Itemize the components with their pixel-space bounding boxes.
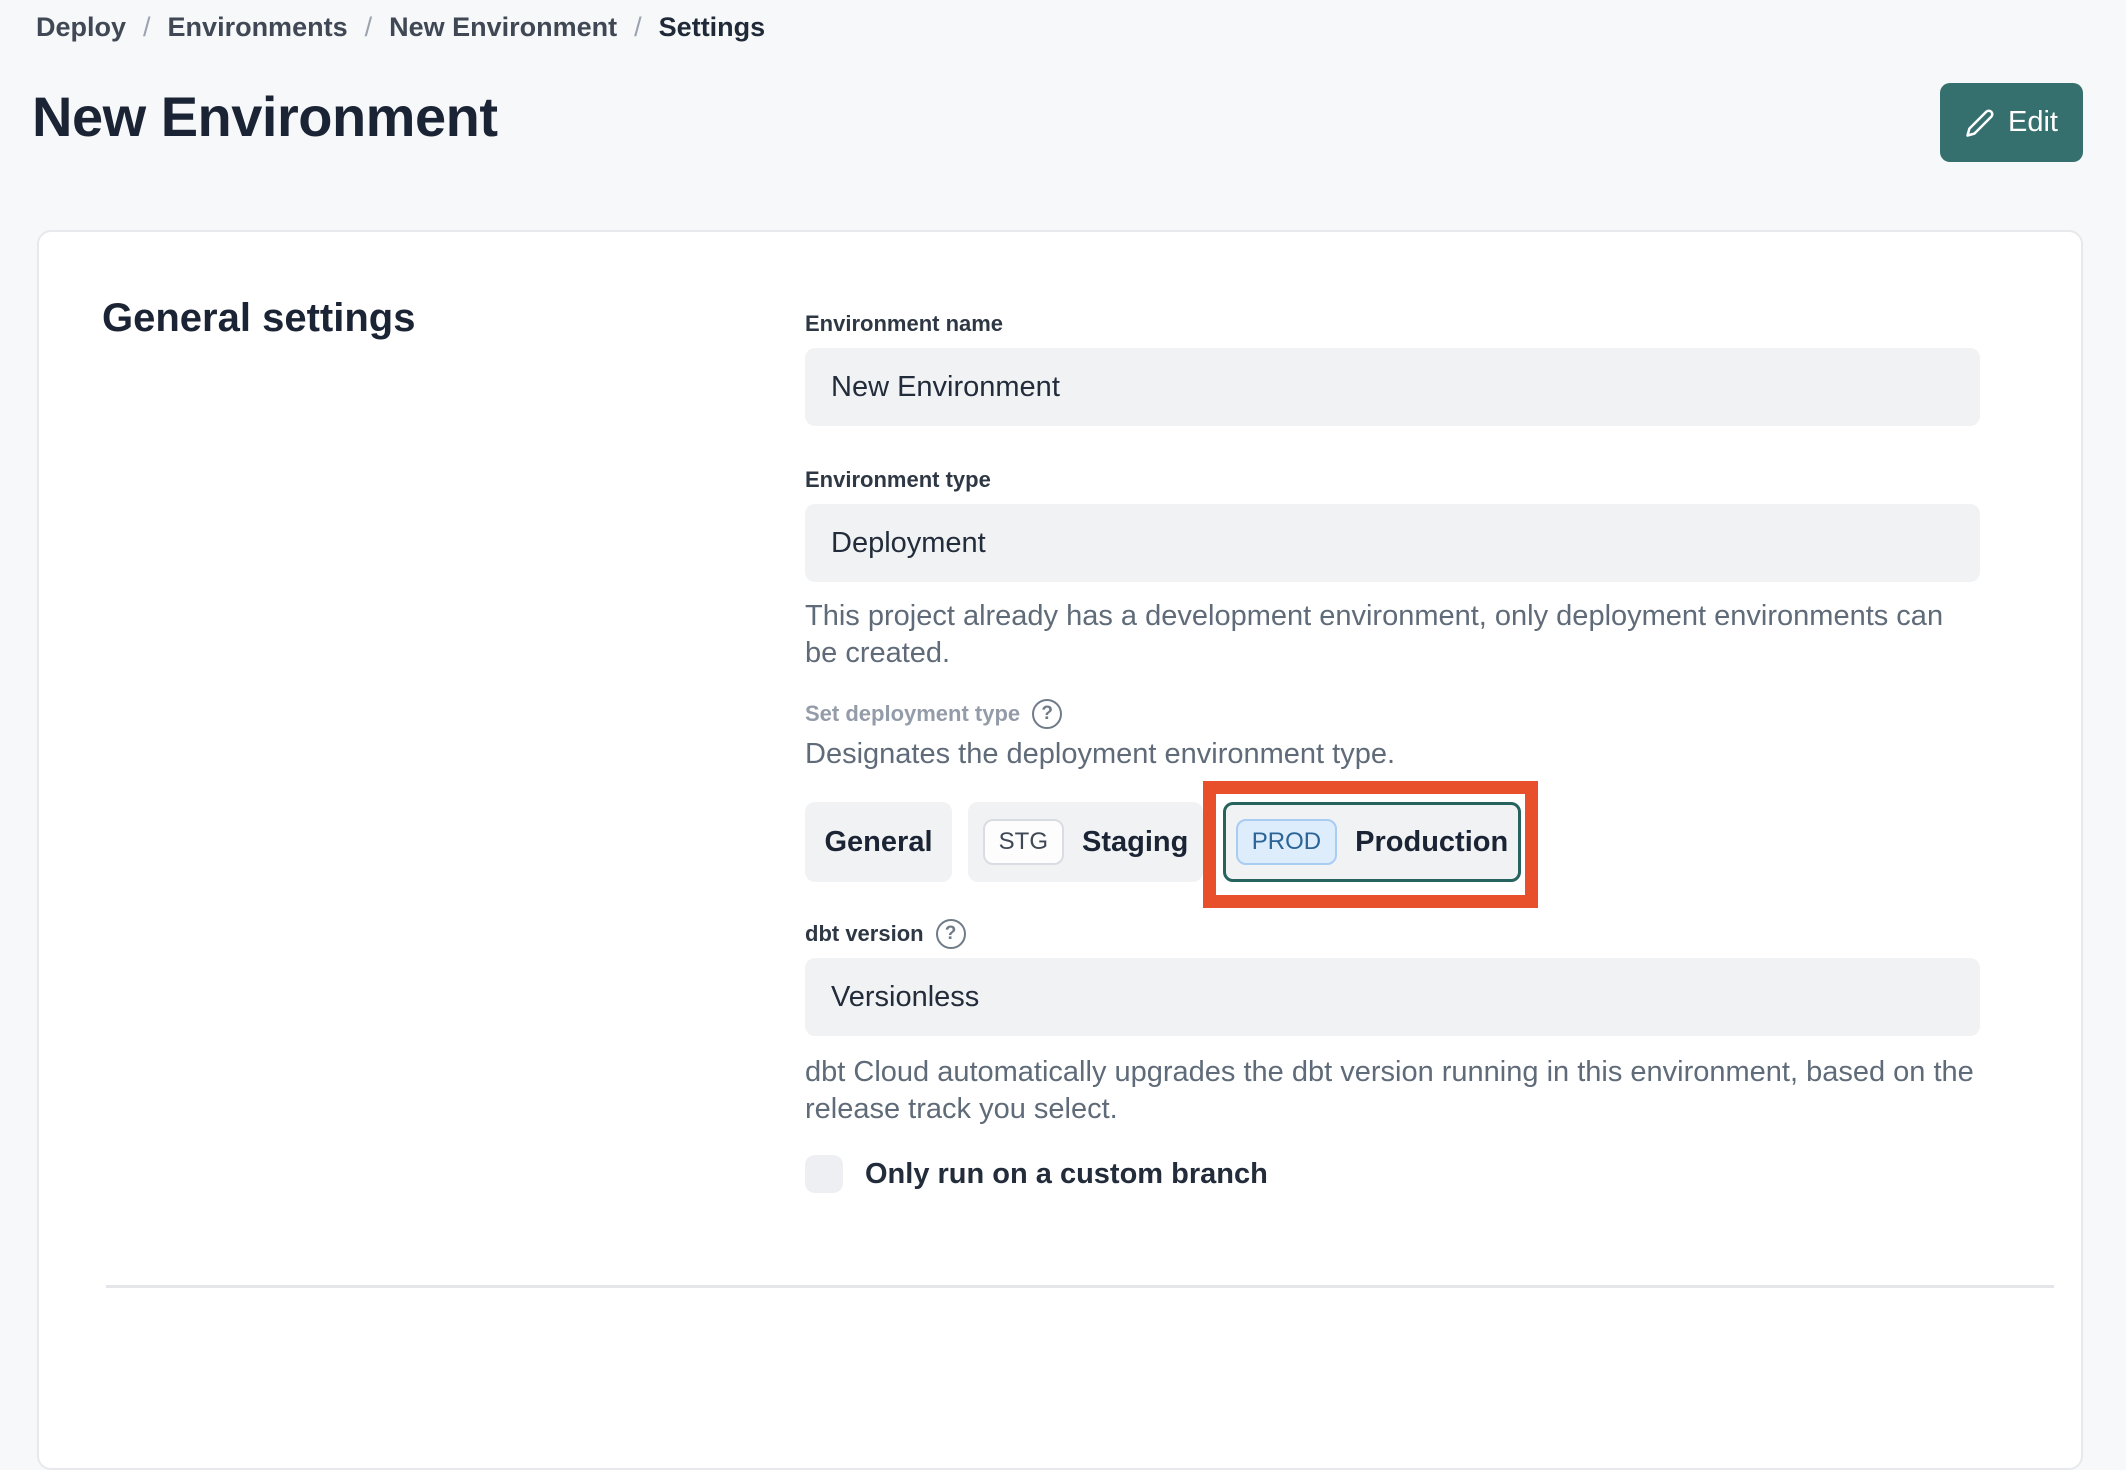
environment-type-select[interactable]: Deployment — [805, 504, 1980, 582]
section-title: General settings — [102, 296, 416, 340]
deployment-type-description: Designates the deployment environment ty… — [805, 738, 1396, 770]
settings-form: Environment name New Environment Environ… — [805, 232, 1980, 1194]
custom-branch-label: Only run on a custom branch — [865, 1157, 1268, 1190]
environment-type-value: Deployment — [831, 526, 986, 559]
environment-name-label: Environment name — [805, 311, 1004, 336]
environment-name-input[interactable]: New Environment — [805, 348, 1980, 426]
dbt-version-select[interactable]: Versionless — [805, 958, 1980, 1036]
breadcrumb-environments[interactable]: Environments — [168, 12, 348, 43]
breadcrumb-separator: / — [364, 12, 373, 42]
dbt-version-help-text: dbt Cloud automatically upgrades the dbt… — [805, 1056, 1974, 1125]
dbt-version-label: dbt version ? — [805, 919, 1980, 949]
edit-button-label: Edit — [2008, 106, 2058, 138]
deployment-type-option-production[interactable]: PROD Production — [1223, 802, 1521, 882]
deployment-type-option-general[interactable]: General — [805, 802, 952, 882]
question-circle-icon[interactable]: ? — [935, 919, 966, 949]
custom-branch-row: Only run on a custom branch — [805, 1154, 1980, 1194]
breadcrumb-settings: Settings — [658, 12, 766, 42]
custom-branch-checkbox[interactable] — [805, 1155, 843, 1193]
page-title: New Environment — [32, 85, 498, 148]
production-option-wrapper: PROD Production — [1203, 781, 1538, 908]
deployment-type-label: Set deployment type ? — [805, 699, 1980, 729]
production-option-label: Production — [1355, 825, 1509, 858]
edit-button[interactable]: Edit — [1940, 83, 2083, 162]
deployment-type-label-text: Set deployment type — [805, 701, 1021, 726]
section-divider — [106, 1285, 2054, 1288]
breadcrumb-new-environment[interactable]: New Environment — [389, 12, 617, 43]
pencil-icon — [1965, 108, 1995, 138]
environment-type-help-text: This project already has a development e… — [805, 600, 1944, 669]
breadcrumb-separator: / — [143, 12, 151, 42]
question-circle-icon[interactable]: ? — [1032, 699, 1063, 729]
staging-option-label: Staging — [1082, 825, 1189, 858]
production-badge: PROD — [1235, 819, 1338, 865]
general-settings-card: General settings Environment name New En… — [37, 230, 2083, 1470]
environment-name-value: New Environment — [831, 370, 1060, 403]
breadcrumb-deploy[interactable]: Deploy — [36, 12, 126, 43]
dbt-version-label-text: dbt version — [805, 921, 924, 946]
general-option-label: General — [824, 825, 933, 858]
breadcrumb: Deploy / Environments / New Environment … — [36, 12, 765, 43]
environment-type-label: Environment type — [805, 467, 991, 492]
dbt-version-value: Versionless — [831, 980, 980, 1013]
breadcrumb-separator: / — [634, 12, 642, 42]
staging-badge: STG — [982, 819, 1064, 865]
deployment-type-option-staging[interactable]: STG Staging — [968, 802, 1203, 882]
deployment-type-options: General STG Staging PROD Production — [805, 781, 1980, 908]
